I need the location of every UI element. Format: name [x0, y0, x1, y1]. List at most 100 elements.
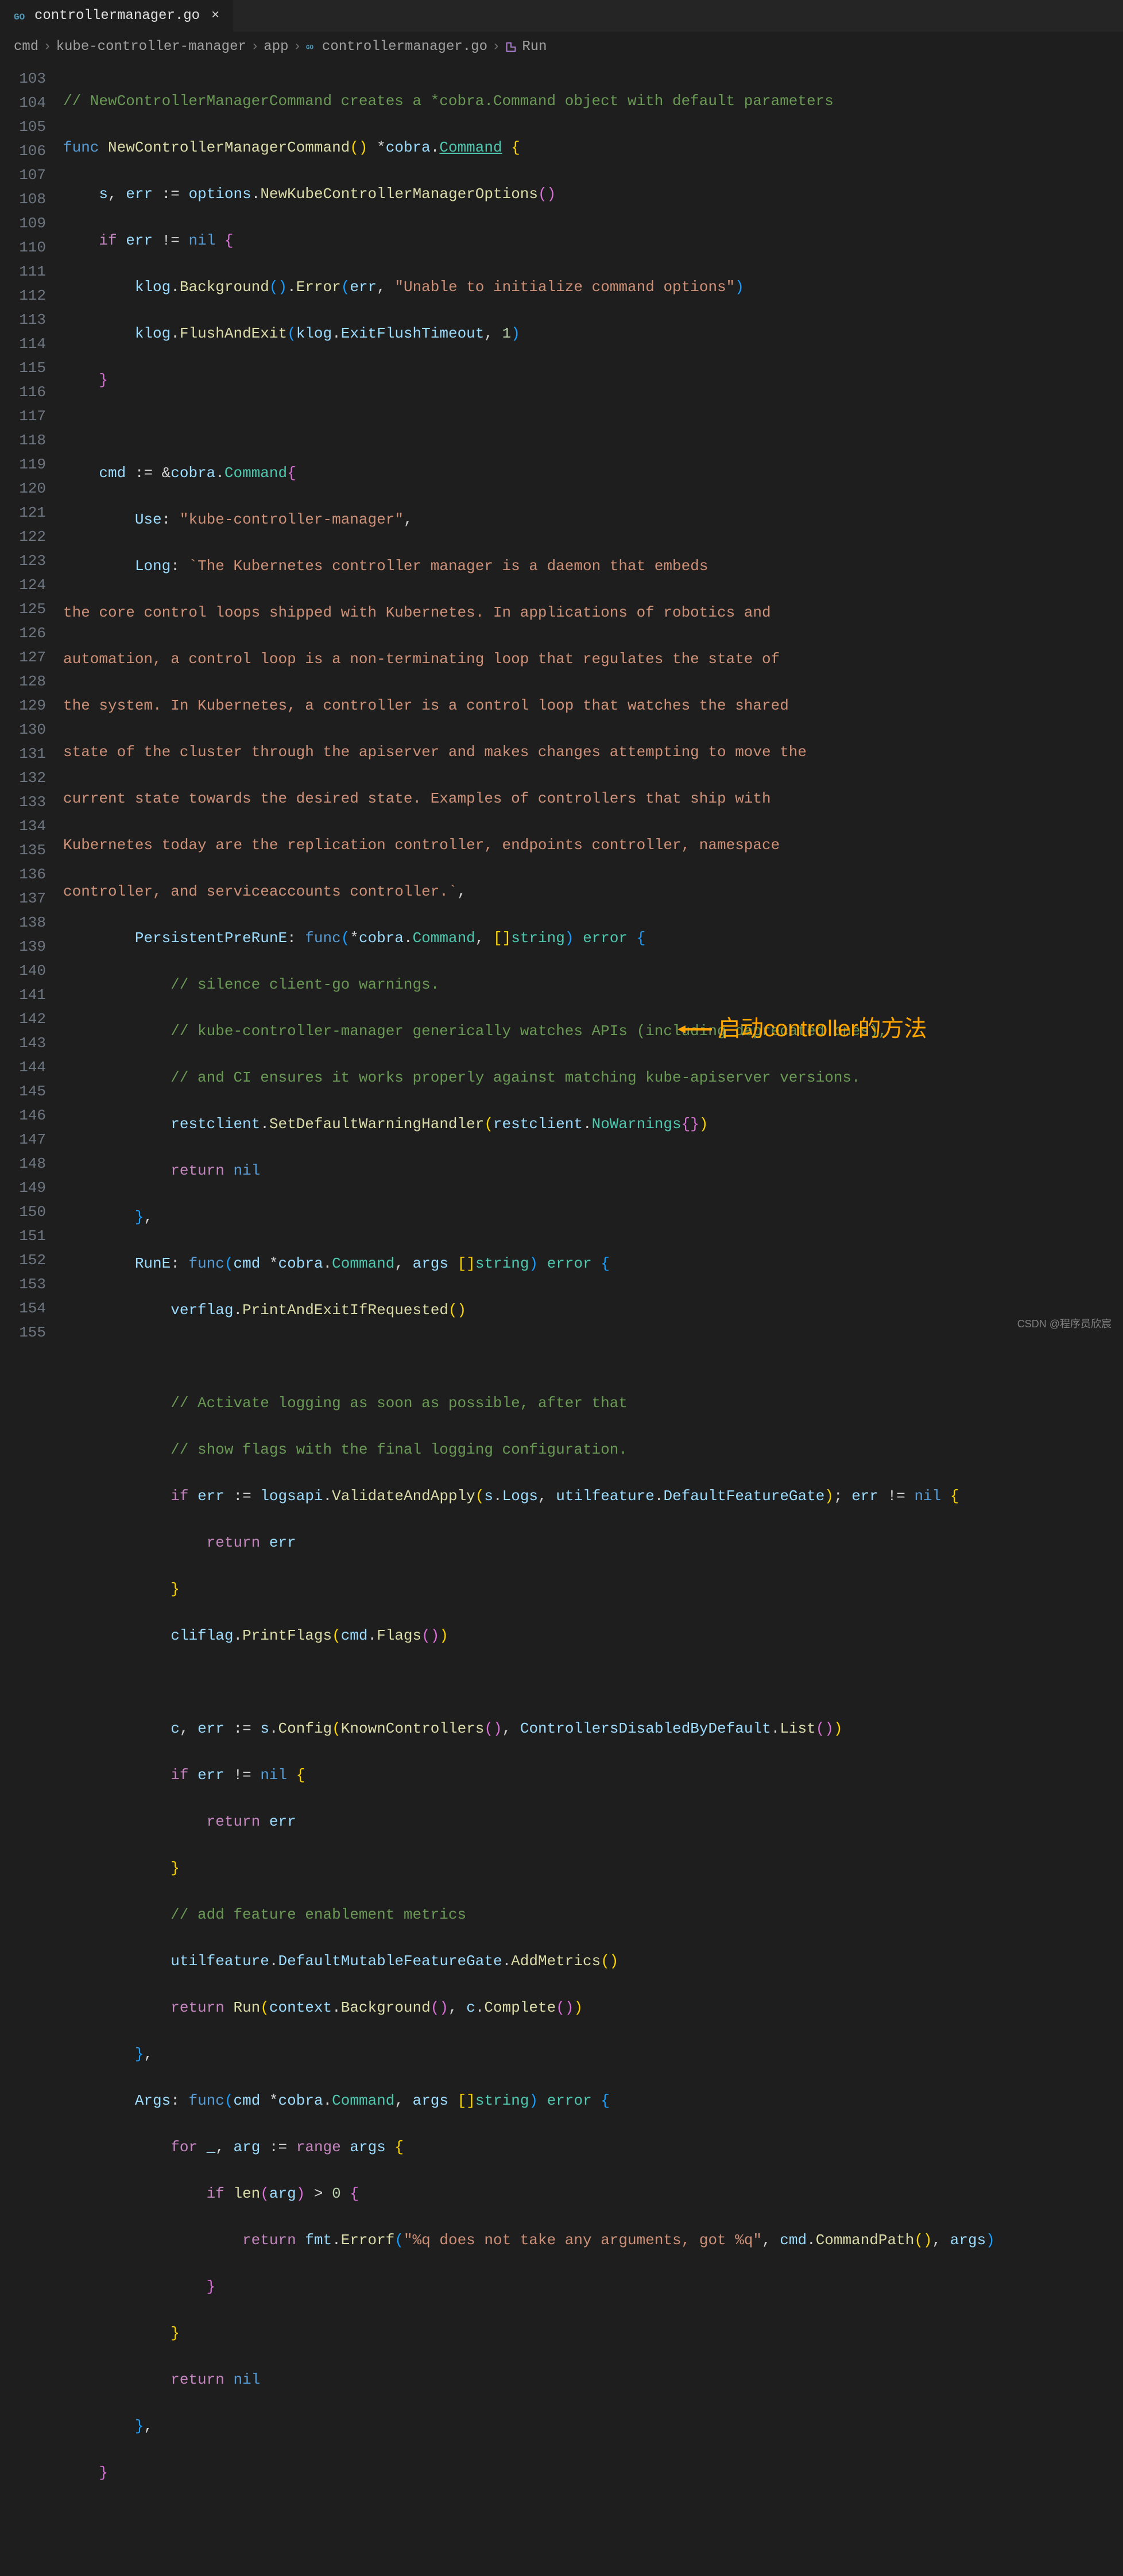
line-number: 131 — [0, 742, 46, 766]
var: DefaultMutableFeatureGate — [278, 1953, 502, 1970]
pkg: context — [269, 1999, 332, 2016]
line-number: 118 — [0, 428, 46, 452]
symbol-icon — [505, 41, 517, 53]
line-number: 135 — [0, 838, 46, 862]
type: Command — [413, 929, 475, 947]
str: "%q does not take any arguments, got %q" — [404, 2232, 762, 2249]
line-number: 117 — [0, 404, 46, 428]
var: args — [413, 2092, 448, 2109]
fn: Config — [278, 1720, 332, 1737]
line-number: 116 — [0, 380, 46, 404]
breadcrumb-item[interactable]: cmd — [14, 37, 38, 57]
line-number: 149 — [0, 1176, 46, 1200]
tab-filename: controllermanager.go — [34, 6, 200, 26]
breadcrumb-symbol[interactable]: Run — [522, 37, 547, 57]
kw: return — [242, 2232, 296, 2249]
var: DefaultFeatureGate — [664, 1488, 825, 1505]
var: cmd — [780, 2232, 807, 2249]
kw: if — [207, 2185, 224, 2202]
var: err — [198, 1767, 224, 1784]
breadcrumb-item[interactable]: kube-controller-manager — [56, 37, 246, 57]
type: error — [547, 2092, 592, 2109]
var: err — [198, 1488, 224, 1505]
field: Use — [135, 511, 162, 528]
var: c — [466, 1999, 475, 2016]
comment: // and CI ensures it works properly agai… — [171, 1069, 860, 1086]
str: the core control loops shipped with Kube… — [63, 604, 771, 621]
var: err — [198, 1720, 224, 1737]
line-number: 121 — [0, 501, 46, 525]
comment: // NewControllerManagerCommand creates a… — [63, 92, 834, 110]
type: error — [583, 929, 628, 947]
go-file-icon: GO — [14, 9, 28, 23]
line-number: 139 — [0, 935, 46, 959]
field: PersistentPreRunE — [135, 929, 287, 947]
line-number: 111 — [0, 259, 46, 284]
str: current state towards the desired state.… — [63, 790, 771, 807]
str: state of the cluster through the apiserv… — [63, 743, 807, 761]
var: s — [99, 185, 108, 203]
kw: return — [171, 1999, 224, 2016]
line-number: 106 — [0, 139, 46, 163]
kw: func — [305, 929, 340, 947]
fn: Background — [341, 1999, 431, 2016]
var: err — [126, 232, 153, 249]
pkg: verflag — [171, 1301, 233, 1319]
type: Command — [332, 2092, 394, 2109]
kw: if — [171, 1767, 188, 1784]
line-number: 113 — [0, 308, 46, 332]
line-gutter: 1031041051061071081091101111121131141151… — [0, 67, 63, 2576]
code-area[interactable]: // NewControllerManagerCommand creates a… — [63, 67, 1123, 2576]
line-number: 144 — [0, 1055, 46, 1079]
line-number: 133 — [0, 790, 46, 814]
kw: func — [188, 2092, 224, 2109]
file-tab[interactable]: GO controllermanager.go × — [0, 0, 233, 32]
close-icon[interactable]: × — [211, 6, 219, 26]
fn: FlushAndExit — [180, 325, 287, 342]
line-number: 137 — [0, 886, 46, 911]
code-editor[interactable]: 1031041051061071081091101111121131141151… — [0, 62, 1123, 2576]
field: Args — [135, 2092, 171, 2109]
breadcrumb-item-file[interactable]: controllermanager.go — [322, 37, 487, 57]
svg-text:GO: GO — [14, 12, 25, 22]
line-number: 127 — [0, 645, 46, 669]
var: args — [950, 2232, 986, 2249]
line-number: 141 — [0, 983, 46, 1007]
fn: Complete — [484, 1999, 556, 2016]
fn: Run — [233, 1999, 260, 2016]
var: arg — [269, 2185, 296, 2202]
comment: // add feature enablement metrics — [171, 1906, 466, 1923]
kw: if — [171, 1488, 188, 1505]
line-number: 152 — [0, 1248, 46, 1272]
comment: // show flags with the final logging con… — [171, 1441, 628, 1458]
fn: SetDefaultWarningHandler — [269, 1115, 484, 1133]
var: s — [260, 1720, 269, 1737]
line-number: 126 — [0, 621, 46, 645]
line-number: 134 — [0, 814, 46, 838]
var: err — [350, 278, 377, 296]
kw: for — [171, 2139, 198, 2156]
line-number: 138 — [0, 911, 46, 935]
var: args — [413, 1255, 448, 1272]
line-number: 125 — [0, 597, 46, 621]
pkg: cobra — [359, 929, 404, 947]
chevron-right-icon: › — [43, 37, 51, 57]
pkg: logsapi — [260, 1488, 323, 1505]
str: controller, and serviceaccounts controll… — [63, 883, 458, 900]
pkg: cobra — [278, 2092, 323, 2109]
line-number: 132 — [0, 766, 46, 790]
type: string — [475, 2092, 529, 2109]
type: Command — [332, 1255, 394, 1272]
breadcrumb-item[interactable]: app — [264, 37, 288, 57]
svg-text:GO: GO — [306, 44, 313, 51]
pkg: fmt — [305, 2232, 332, 2249]
type[interactable]: Command — [439, 139, 502, 156]
var: err — [269, 1534, 296, 1551]
line-number: 140 — [0, 959, 46, 983]
str: "kube-controller-manager" — [180, 511, 404, 528]
var: err — [269, 1813, 296, 1830]
var: args — [350, 2139, 385, 2156]
line-number: 154 — [0, 1296, 46, 1320]
line-number: 105 — [0, 115, 46, 139]
var: ControllersDisabledByDefault — [520, 1720, 771, 1737]
